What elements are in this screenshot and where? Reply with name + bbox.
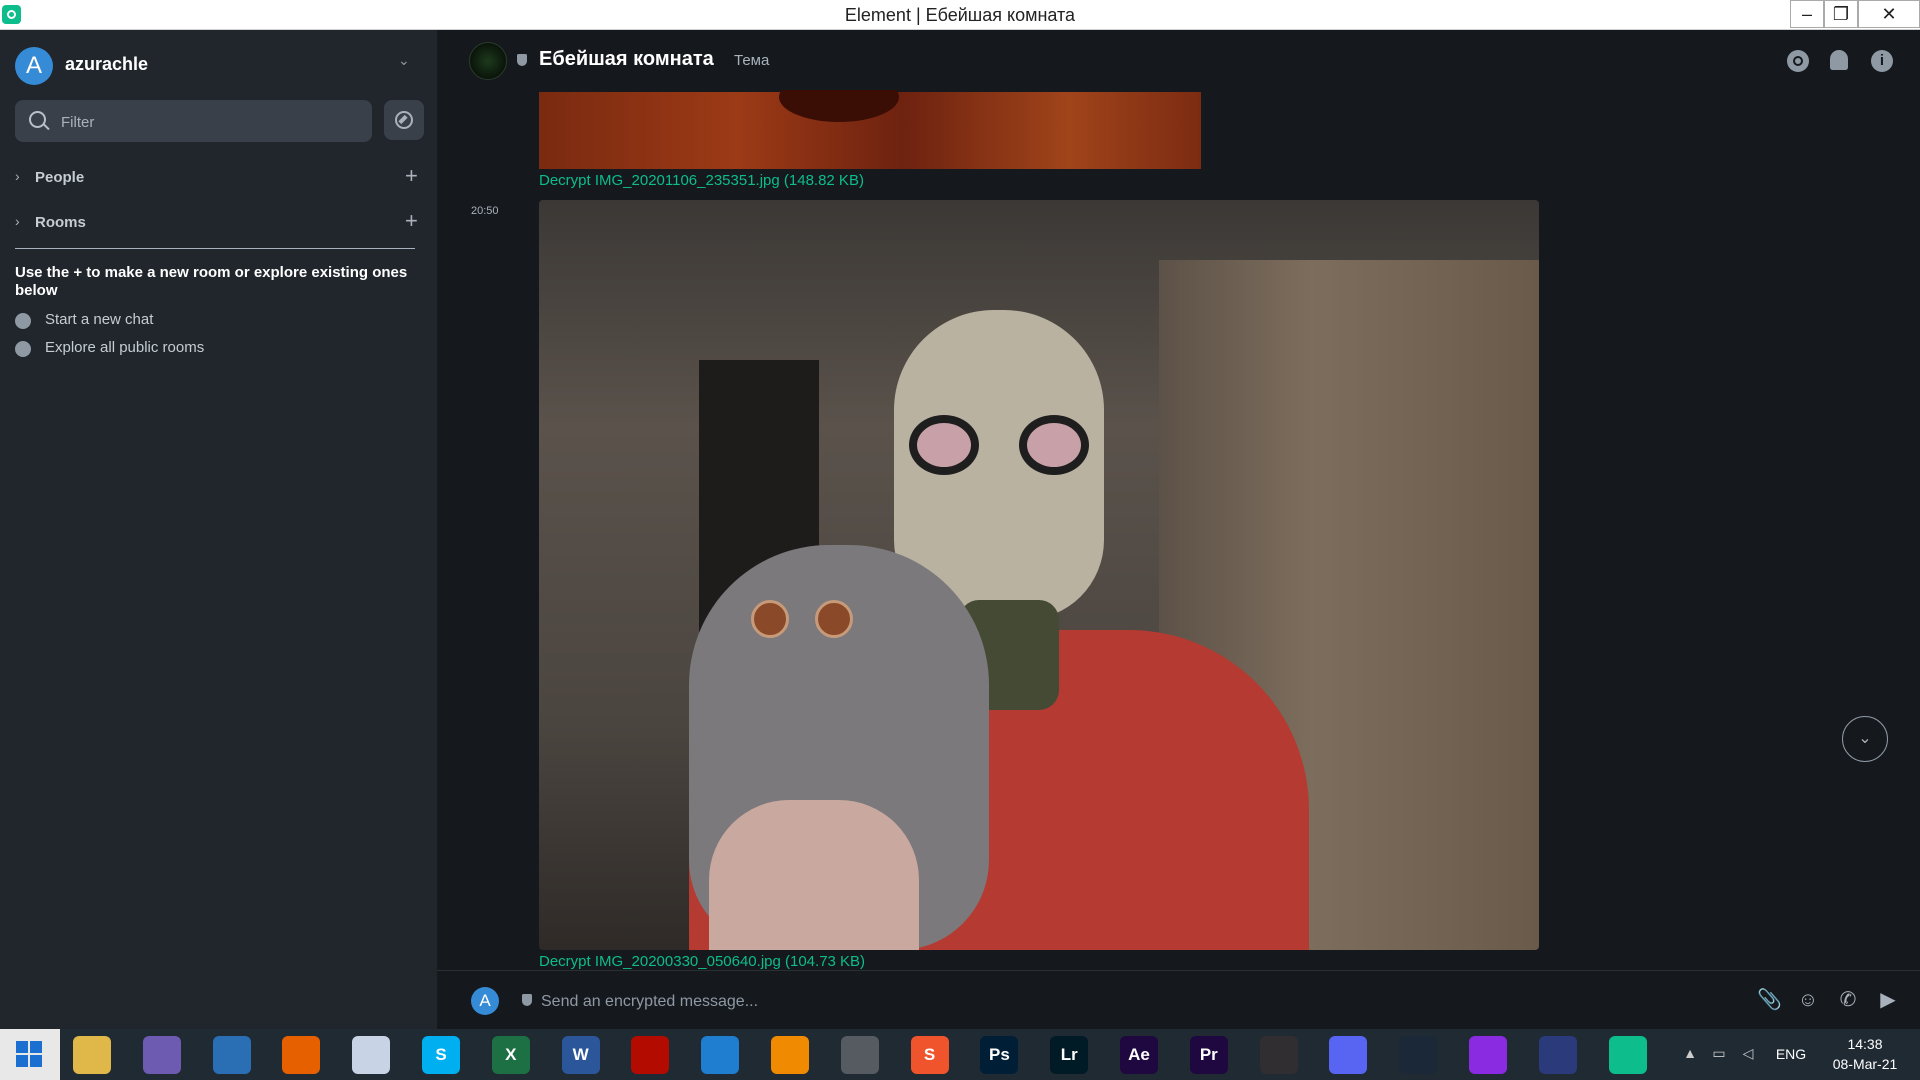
decrypt-file-link[interactable]: Decrypt IMG_20201106_235351.jpg (148.82 … xyxy=(539,172,864,189)
clock-time[interactable]: 14:38 xyxy=(1820,1036,1910,1052)
close-button[interactable]: ✕ xyxy=(1858,0,1920,28)
photo-plush-eye xyxy=(815,600,853,638)
jump-to-bottom-button[interactable]: ⌄ xyxy=(1842,716,1888,762)
bell-icon[interactable] xyxy=(1830,50,1848,70)
timeline: Decrypt IMG_20201106_235351.jpg (148.82 … xyxy=(437,90,1920,970)
acrobat-icon[interactable] xyxy=(631,1036,670,1074)
image-attachment[interactable] xyxy=(539,90,1201,169)
input-language[interactable]: ENG xyxy=(1768,1046,1814,1062)
voice-call-icon[interactable]: ✆ xyxy=(1837,989,1859,1011)
premiere-icon[interactable]: Pr xyxy=(1189,1036,1228,1074)
room-name[interactable]: Ебейшая комната xyxy=(539,48,714,71)
section-label-people: People xyxy=(35,169,85,186)
restore-button[interactable]: ❐ xyxy=(1824,0,1858,28)
photo-plush-eye xyxy=(751,600,789,638)
file-explorer-icon[interactable] xyxy=(73,1036,111,1074)
left-panel: A azurachle ⌄ › People + › Rooms + Use t… xyxy=(0,30,437,1029)
section-people[interactable]: › People + xyxy=(15,163,425,192)
windows-logo-icon xyxy=(16,1055,28,1067)
photo-hand xyxy=(709,800,919,950)
s-app-icon[interactable]: S xyxy=(910,1036,949,1074)
filter-input[interactable] xyxy=(59,100,363,144)
moon-app-icon[interactable] xyxy=(352,1036,391,1074)
clock-date[interactable]: 08-Mar-21 xyxy=(1820,1056,1910,1072)
window-title: Element | Ебейшая комната xyxy=(844,5,1076,25)
photo-goggles xyxy=(909,415,1089,485)
vlc-icon[interactable] xyxy=(771,1036,809,1074)
after-effects-icon[interactable]: Ae xyxy=(1120,1036,1158,1074)
shield-icon xyxy=(517,54,527,66)
skype-icon[interactable]: S xyxy=(422,1036,460,1074)
explore-public-rooms-label: Explore all public rooms xyxy=(45,339,205,356)
user-avatar[interactable]: A xyxy=(15,47,53,85)
downloader-icon[interactable] xyxy=(840,1036,879,1074)
add-room-button[interactable]: + xyxy=(405,208,418,234)
empty-state-hint: Use the + to make a new room or explore … xyxy=(15,264,408,299)
windows-logo-icon xyxy=(30,1041,42,1053)
video-call-icon[interactable]: ▶ xyxy=(1877,989,1899,1011)
windows-logo-icon xyxy=(16,1041,28,1053)
discord-icon[interactable] xyxy=(1329,1036,1368,1074)
lightroom-icon[interactable]: Lr xyxy=(1050,1036,1089,1074)
compass-icon xyxy=(395,111,413,129)
chat-bubble-icon xyxy=(15,313,31,329)
explore-rooms-button[interactable] xyxy=(384,100,424,140)
divider xyxy=(15,248,415,249)
excel-icon[interactable]: X xyxy=(491,1036,530,1074)
vpn-lock-icon[interactable] xyxy=(1538,1036,1577,1074)
start-new-chat-label: Start a new chat xyxy=(45,311,154,328)
explore-public-rooms-link[interactable]: Explore all public rooms xyxy=(15,339,415,361)
compass-icon xyxy=(15,341,31,357)
message-timestamp: 20:50 xyxy=(471,205,499,217)
message-input[interactable] xyxy=(539,989,1543,1015)
chevron-right-icon: › xyxy=(15,168,20,184)
shield-icon xyxy=(522,994,532,1006)
start-button[interactable] xyxy=(0,1029,60,1080)
info-icon[interactable]: i xyxy=(1871,50,1893,72)
filter-box xyxy=(15,100,372,144)
message-composer: A 📎 ☺ ✆ ▶ xyxy=(437,970,1920,1030)
tray-expand-icon[interactable]: ▲ xyxy=(1680,1045,1700,1061)
taskbar: S X W S Ps Lr Ae Pr ▲ ▭ ◁ ENG 14:38 08-Mar-21 xyxy=(0,1029,1920,1080)
element-icon[interactable] xyxy=(1608,1036,1647,1074)
firefox-icon[interactable] xyxy=(282,1036,321,1074)
vscode-icon[interactable] xyxy=(701,1036,740,1074)
add-people-button[interactable]: + xyxy=(405,163,418,189)
word-icon[interactable]: W xyxy=(561,1036,600,1074)
chevron-right-icon: › xyxy=(15,213,20,229)
network-icon[interactable]: ▭ xyxy=(1709,1045,1729,1062)
photoshop-icon[interactable]: Ps xyxy=(980,1036,1019,1074)
paperclip-icon[interactable]: 📎 xyxy=(1757,989,1782,1011)
minimize-button[interactable]: – xyxy=(1790,0,1824,28)
browser-globe-icon[interactable] xyxy=(212,1036,251,1074)
decrypt-file-link[interactable]: Decrypt IMG_20200330_050640.jpg (104.73 … xyxy=(539,953,865,970)
steam-icon[interactable] xyxy=(1399,1036,1438,1074)
windows-logo-icon xyxy=(30,1055,42,1067)
room-avatar[interactable] xyxy=(469,42,507,80)
window-title-bar: Element | Ебейшая комната – ❐ ✕ xyxy=(0,0,1920,30)
room-header: Ебейшая комната Тема i xyxy=(437,30,1920,90)
volume-icon[interactable]: ◁ xyxy=(1738,1045,1758,1062)
search-icon[interactable] xyxy=(1787,50,1809,72)
user-menu-name[interactable]: azurachle xyxy=(65,54,148,75)
ring-app-icon[interactable] xyxy=(1469,1036,1507,1074)
start-new-chat-link[interactable]: Start a new chat xyxy=(15,311,415,333)
section-rooms[interactable]: › Rooms + xyxy=(15,208,425,237)
section-label-rooms: Rooms xyxy=(35,214,86,231)
chevron-down-icon[interactable]: ⌄ xyxy=(398,52,410,69)
image-attachment[interactable] xyxy=(539,200,1539,950)
search-icon xyxy=(29,111,46,128)
emoji-icon[interactable]: ☺ xyxy=(1797,989,1819,1011)
bittorrent-icon[interactable] xyxy=(142,1036,181,1074)
obs-icon[interactable] xyxy=(1259,1036,1298,1074)
room-topic[interactable]: Тема xyxy=(734,52,769,69)
composer-avatar: A xyxy=(471,987,499,1015)
